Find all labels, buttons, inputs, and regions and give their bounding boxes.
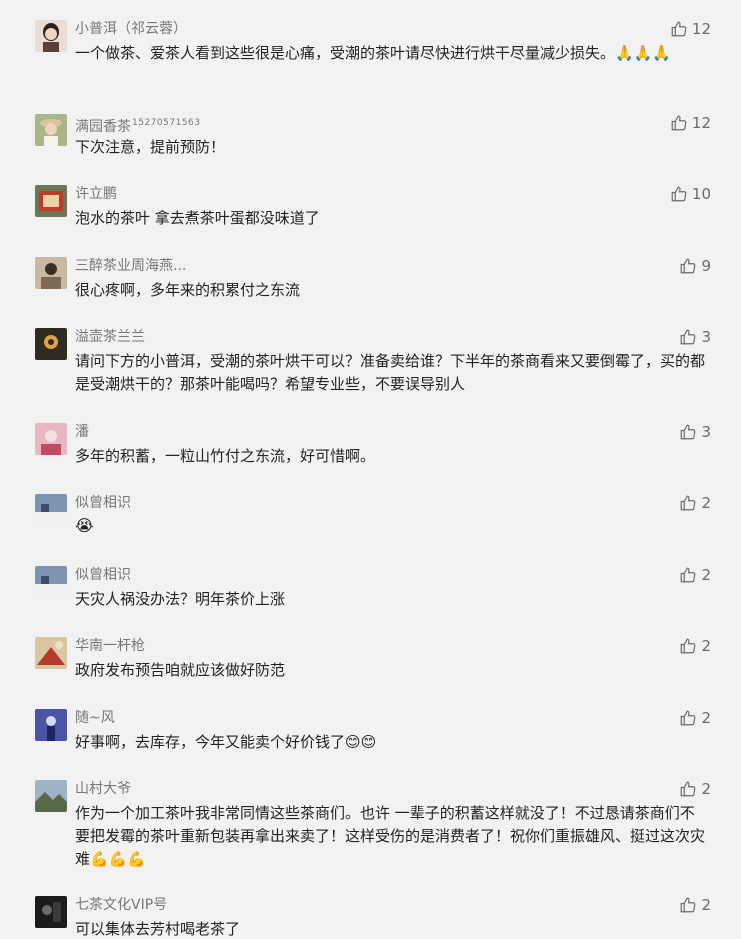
like-button[interactable]: 2	[679, 707, 711, 729]
like-count: 2	[701, 494, 711, 512]
comment-nickname-suffix: 15270571563	[132, 118, 201, 128]
like-button[interactable]: 2	[679, 635, 711, 657]
comment-text: 泡水的茶叶 拿去煮茶叶蛋都没味道了	[75, 209, 320, 227]
thumbs-up-icon	[671, 186, 687, 202]
like-count: 3	[701, 328, 711, 346]
like-count: 12	[691, 20, 711, 38]
like-button[interactable]: 9	[679, 255, 711, 277]
thumbs-up-icon	[681, 897, 696, 913]
like-button[interactable]: 12	[670, 18, 711, 40]
like-count: 2	[701, 780, 711, 798]
like-button[interactable]: 2	[679, 778, 711, 800]
avatar[interactable]	[35, 423, 67, 455]
thumbs-up-icon	[681, 567, 696, 583]
avatar[interactable]	[35, 896, 67, 928]
comment-nickname[interactable]: 华南一杆枪	[75, 637, 145, 655]
comment-nickname[interactable]: 潘	[75, 423, 89, 441]
comment-nickname-text: 满园香茶	[75, 119, 131, 135]
thumbs-up-icon	[681, 638, 696, 654]
like-button[interactable]: 2	[679, 894, 711, 916]
like-count: 2	[701, 566, 711, 584]
avatar[interactable]	[35, 328, 67, 360]
comment-text: 😭	[75, 516, 94, 535]
like-button[interactable]: 3	[679, 421, 711, 443]
comment-nickname[interactable]: 随~风	[75, 709, 115, 727]
comment-nickname[interactable]: 七茶文化VIP号	[75, 896, 167, 914]
avatar[interactable]	[35, 637, 67, 669]
thumbs-up-icon	[681, 258, 696, 274]
comment-nickname[interactable]: 三醉茶业周海燕...	[75, 257, 186, 275]
avatar[interactable]	[35, 494, 67, 526]
comment-nickname[interactable]: 小普洱（祁云蓉）	[75, 20, 187, 38]
comment-text: 天灾人祸没办法？明年茶价上涨	[75, 590, 286, 608]
avatar[interactable]	[35, 20, 67, 52]
like-button[interactable]: 2	[679, 492, 711, 514]
like-count: 2	[701, 896, 711, 914]
comment-text: 可以集体去芳村喝老茶了	[75, 920, 241, 938]
avatar[interactable]	[35, 257, 67, 289]
comment-text: 一个做茶、爱茶人看到这些很是心痛，受潮的茶叶请尽快进行烘干尽量减少损失。🙏🙏🙏	[75, 44, 672, 62]
like-button[interactable]: 10	[670, 183, 711, 205]
like-button[interactable]: 3	[679, 326, 711, 348]
like-count: 3	[701, 423, 711, 441]
comment-nickname[interactable]: 满园香茶15270571563	[75, 114, 201, 136]
like-count: 9	[701, 257, 711, 275]
comment-nickname[interactable]: 山村大爷	[75, 780, 131, 798]
like-count: 10	[691, 185, 711, 203]
comment-text: 下次注意，提前预防！	[75, 138, 226, 156]
comment-nickname[interactable]: 似曾相识	[75, 566, 131, 584]
comment-nickname[interactable]: 似曾相识	[75, 494, 131, 512]
comment-text: 作为一个加工茶叶我非常同情这些茶商们。也许 一辈子的积蓄这样就没了！不过恳请茶商…	[75, 804, 706, 868]
comment-text: 很心疼啊，多年来的积累付之东流	[75, 281, 301, 299]
comment-nickname[interactable]: 溢壶茶兰兰	[75, 328, 145, 346]
like-count: 2	[701, 709, 711, 727]
thumbs-up-icon	[671, 115, 687, 131]
comment-text: 请问下方的小普洱，受潮的茶叶烘干可以？准备卖给谁？下半年的茶商看来又要倒霉了，买…	[75, 352, 706, 393]
avatar[interactable]	[35, 566, 67, 598]
like-count: 12	[691, 114, 711, 132]
thumbs-up-icon	[671, 21, 687, 37]
avatar[interactable]	[35, 185, 67, 217]
thumbs-up-icon	[681, 495, 696, 511]
comment-text: 好事啊，去库存，今年又能卖个好价钱了😊😊	[75, 733, 377, 751]
avatar[interactable]	[35, 780, 67, 812]
like-button[interactable]: 2	[679, 564, 711, 586]
avatar[interactable]	[35, 114, 67, 146]
like-count: 2	[701, 637, 711, 655]
comment-list: 小普洱（祁云蓉） 12 一个做茶、爱茶人看到这些很是心痛，受潮的茶叶请尽快进行烘…	[0, 0, 741, 939]
comment-text: 政府发布预告咱就应该做好防范	[75, 661, 286, 679]
thumbs-up-icon	[681, 424, 696, 440]
comment-nickname[interactable]: 许立鹏	[75, 185, 117, 203]
like-button[interactable]: 12	[670, 112, 711, 134]
thumbs-up-icon	[681, 329, 696, 345]
comment-text: 多年的积蓄，一粒山竹付之东流，好可惜啊。	[75, 447, 376, 465]
thumbs-up-icon	[681, 781, 696, 797]
avatar[interactable]	[35, 709, 67, 741]
thumbs-up-icon	[681, 710, 696, 726]
